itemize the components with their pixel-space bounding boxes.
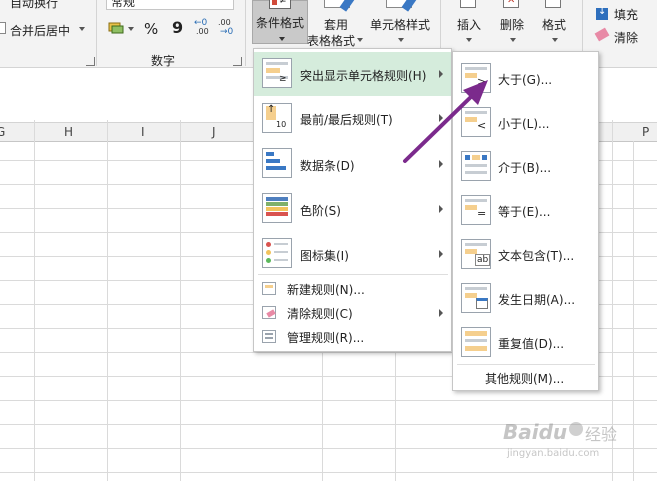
baidu-watermark: Baidu 经验 jingyan.baidu.com — [503, 420, 623, 468]
watermark-brand: Baidu — [503, 420, 568, 444]
paw-icon — [569, 422, 583, 436]
annotation-arrow — [403, 80, 488, 163]
watermark-cn: 经验 — [585, 425, 618, 444]
watermark-url: jingyan.baidu.com — [507, 448, 600, 459]
